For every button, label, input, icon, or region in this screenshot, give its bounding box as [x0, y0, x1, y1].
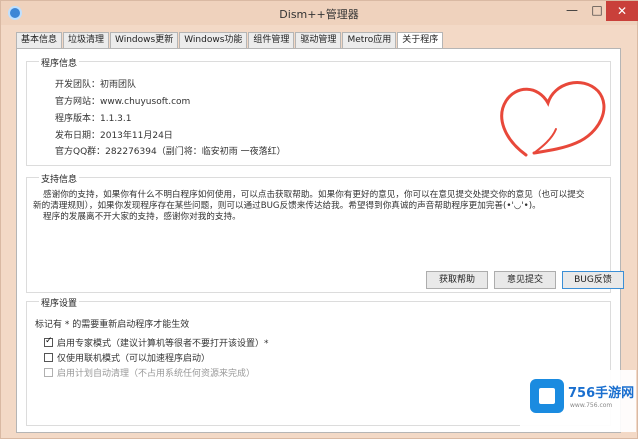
support-text: 感谢你的支持，如果你有什么不明白程序如何使用，可以点击获取帮助。如果你有更好的意… [33, 190, 605, 223]
support-line-2: 新的清理规则），如果你发现程序存在某些问题，则可以通过BUG反馈来传达给我。希望… [33, 201, 541, 211]
website-text: 官方网站：www.chuyusoft.com [55, 97, 191, 107]
auto-cleanup-checkbox [44, 368, 53, 377]
restart-note: 标记有 * 的需要重新启动程序才能生效 [35, 320, 190, 330]
expert-mode-option[interactable]: 启用专家模式（建议计算机等很者不要打开该设置）* [44, 336, 269, 349]
program-info-title: 程序信息 [39, 56, 80, 69]
dev-team-text: 开发团队：初雨团队 [55, 80, 137, 90]
tab-basic-info[interactable]: 基本信息 [16, 32, 63, 48]
tab-windows-features[interactable]: Windows功能 [179, 32, 248, 48]
support-info-title: 支持信息 [39, 172, 80, 185]
version-text: 程序版本：1.1.3.1 [55, 114, 132, 124]
program-settings-title: 程序设置 [39, 296, 80, 309]
tab-about[interactable]: 关于程序 [397, 32, 444, 49]
online-mode-option[interactable]: 仅使用联机模式（可以加速程序启动） [44, 351, 210, 364]
release-date-text: 发布日期：2013年11月24日 [55, 131, 173, 141]
tab-windows-update[interactable]: Windows更新 [110, 32, 179, 48]
window-title: Dism++管理器 [279, 8, 359, 21]
expert-mode-checkbox[interactable] [44, 336, 53, 347]
watermark-name: 756手游网 [568, 386, 635, 401]
qq-group-text: 官方QQ群：282276394（副门将：临安初雨 一夜落红） [55, 147, 286, 157]
title-bar: Dism++管理器 — □ ✕ [1, 1, 638, 25]
tab-junk-cleanup[interactable]: 垃圾清理 [63, 32, 110, 48]
online-mode-label: 仅使用联机模式（可以加速程序启动） [57, 354, 211, 364]
site-watermark: 756手游网 www.756.com [520, 370, 636, 432]
close-button[interactable]: ✕ [606, 1, 638, 21]
bug-report-button[interactable]: BUG反馈 [562, 271, 624, 289]
support-info-group: 支持信息 感谢你的支持，如果你有什么不明白程序如何使用，可以点击获取帮助。如果你… [26, 172, 624, 293]
minimize-button[interactable]: — [559, 1, 585, 21]
support-line-1: 感谢你的支持，如果你有什么不明白程序如何使用，可以点击获取帮助。如果你有更好的意… [43, 190, 585, 200]
app-window: Dism++管理器 — □ ✕ 基本信息 垃圾清理 Windows更新 Wind… [0, 0, 638, 439]
tab-driver-management[interactable]: 驱动管理 [295, 32, 342, 48]
submit-feedback-button[interactable]: 意见提交 [494, 271, 556, 289]
online-mode-checkbox[interactable] [44, 353, 53, 362]
expert-mode-label: 启用专家模式（建议计算机等很者不要打开该设置）* [57, 339, 269, 349]
auto-cleanup-label: 启用计划自动清理（不占用系统任何资源来完成） [57, 369, 256, 379]
get-help-button[interactable]: 获取帮助 [426, 271, 488, 289]
watermark-logo-icon [530, 379, 564, 413]
heart-logo-icon [500, 81, 606, 157]
watermark-url: www.756.com [570, 402, 613, 409]
tab-metro-apps[interactable]: Metro应用 [342, 32, 397, 48]
auto-cleanup-option: 启用计划自动清理（不占用系统任何资源来完成） [44, 366, 255, 379]
tab-component-management[interactable]: 组件管理 [248, 32, 295, 48]
tab-bar: 基本信息 垃圾清理 Windows更新 Windows功能 组件管理 驱动管理 … [16, 32, 444, 49]
support-line-3: 程序的发展离不开大家的支持，感谢你对我的支持。 [43, 212, 241, 222]
program-info-group: 程序信息 开发团队：初雨团队 官方网站：www.chuyusoft.com 程序… [26, 56, 611, 166]
